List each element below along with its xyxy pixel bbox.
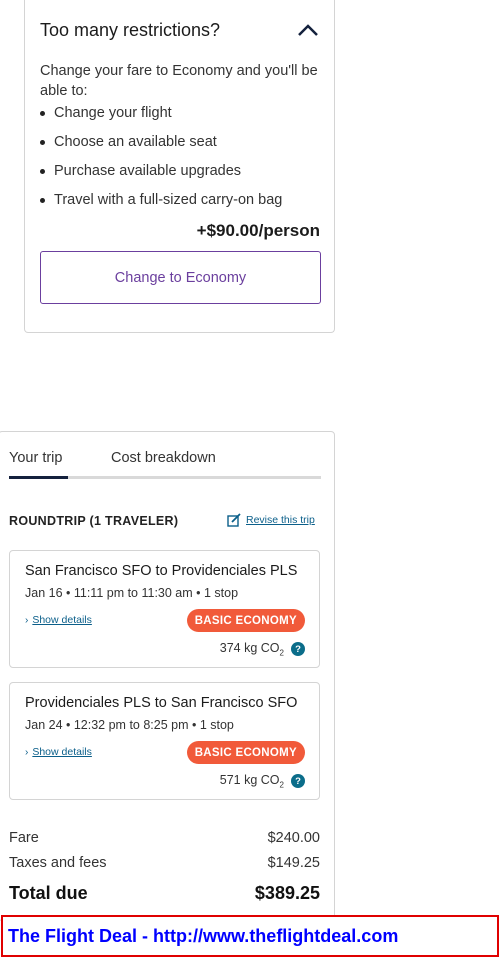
fare-row: Fare $240.00: [9, 830, 320, 846]
show-details-label: Show details: [32, 746, 92, 758]
show-details-label: Show details: [32, 614, 92, 626]
co2-value: 374 kg CO2: [220, 641, 284, 658]
total-row: Total due $389.25: [9, 883, 320, 904]
list-item: Purchase available upgrades: [40, 161, 282, 190]
flight-segment: San Francisco SFO to Providenciales PLS …: [9, 550, 320, 668]
revise-trip-link[interactable]: Revise this trip: [227, 513, 315, 527]
trip-summary-card: Your trip Cost breakdown ROUNDTRIP (1 TR…: [0, 431, 335, 921]
tab-your-trip[interactable]: Your trip: [9, 450, 62, 466]
list-item: Travel with a full-sized carry-on bag: [40, 190, 282, 219]
fare-class-badge: BASIC ECONOMY: [186, 609, 305, 632]
co2-subscript: 2: [279, 780, 284, 790]
bullet-icon: [40, 111, 45, 116]
change-to-economy-button[interactable]: Change to Economy: [40, 251, 321, 304]
flight-segment: Providenciales PLS to San Francisco SFO …: [9, 682, 320, 800]
show-details-link[interactable]: › Show details: [25, 614, 92, 626]
fare-class-badge: BASIC ECONOMY: [186, 741, 305, 764]
taxes-value: $149.25: [267, 855, 320, 871]
show-details-link[interactable]: › Show details: [25, 746, 92, 758]
flight-times: Jan 16 • 11:11 pm to 11:30 am • 1 stop: [25, 586, 239, 600]
restrictions-title: Too many restrictions?: [40, 20, 221, 40]
co2-amount: 374 kg CO: [219, 641, 280, 655]
benefit-label: Change your flight: [54, 105, 172, 121]
bullet-icon: [40, 169, 45, 174]
co2-subscript: 2: [279, 648, 284, 658]
revise-trip-label: Revise this trip: [246, 514, 315, 526]
flight-route: San Francisco SFO to Providenciales PLS: [25, 563, 298, 579]
upgrade-price: +$90.00/person: [196, 221, 320, 240]
watermark-text: The Flight Deal - http://www.theflightde…: [8, 925, 399, 946]
flight-times: Jan 24 • 12:32 pm to 8:25 pm • 1 stop: [25, 718, 234, 732]
fare-value: $240.00: [267, 830, 320, 846]
taxes-row: Taxes and fees $149.25: [9, 855, 320, 871]
total-value: $389.25: [254, 883, 320, 903]
co2-emissions: 374 kg CO2 ?: [220, 641, 305, 658]
chevron-right-icon: ›: [25, 746, 29, 758]
roundtrip-heading: ROUNDTRIP (1 TRAVELER): [9, 514, 179, 528]
restrictions-card: Too many restrictions? Change your fare …: [24, 0, 335, 333]
list-item: Choose an available seat: [40, 132, 282, 161]
benefit-list: Change your flight Choose an available s…: [40, 103, 282, 219]
active-tab-indicator: [9, 476, 68, 479]
benefit-label: Choose an available seat: [54, 134, 217, 150]
watermark-banner: The Flight Deal - http://www.theflightde…: [1, 915, 499, 957]
help-icon[interactable]: ?: [291, 774, 305, 789]
fare-label: Fare: [9, 830, 39, 846]
help-icon[interactable]: ?: [291, 642, 305, 657]
benefit-label: Purchase available upgrades: [54, 163, 242, 179]
total-label: Total due: [9, 883, 88, 903]
taxes-label: Taxes and fees: [9, 855, 107, 871]
co2-value: 571 kg CO2: [220, 773, 284, 790]
chevron-right-icon: ›: [25, 614, 29, 626]
co2-emissions: 571 kg CO2 ?: [220, 773, 305, 790]
edit-icon: [227, 513, 241, 527]
bullet-icon: [40, 140, 45, 145]
tab-cost-breakdown[interactable]: Cost breakdown: [111, 450, 216, 466]
restrictions-intro: Change your fare to Economy and you'll b…: [40, 63, 318, 99]
tab-underline-track: [9, 476, 321, 479]
flight-route: Providenciales PLS to San Francisco SFO: [25, 695, 298, 711]
benefit-label: Travel with a full-sized carry-on bag: [54, 192, 283, 208]
chevron-up-icon[interactable]: [296, 20, 320, 40]
list-item: Change your flight: [40, 103, 282, 132]
co2-amount: 571 kg CO: [219, 773, 280, 787]
bullet-icon: [40, 198, 45, 203]
